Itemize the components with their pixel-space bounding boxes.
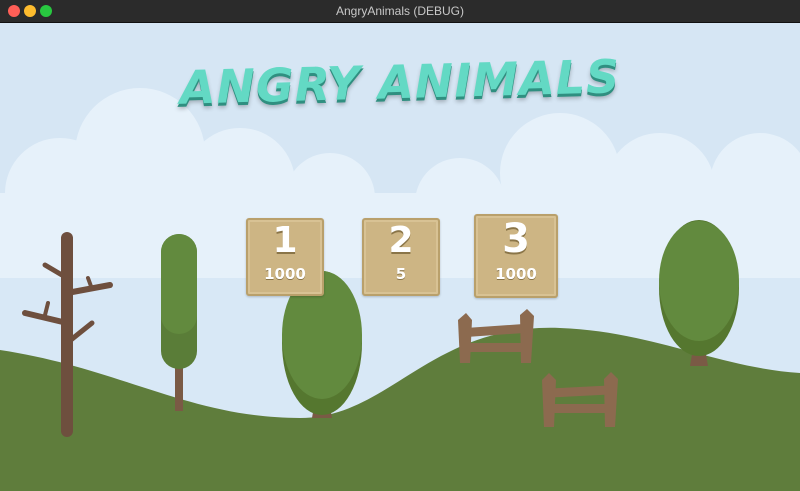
- app-window: AngryAnimals (DEBUG) ANGRY ANIMALS 1 100…: [0, 0, 800, 491]
- level-number: 2: [388, 220, 414, 261]
- game-scene: ANGRY ANIMALS 1 1000 2 5 3 1000: [0, 23, 800, 491]
- level-3-button[interactable]: 3 1000: [474, 214, 558, 298]
- level-score: 1000: [495, 265, 537, 283]
- title-bar[interactable]: AngryAnimals (DEBUG): [0, 0, 800, 23]
- level-1-button[interactable]: 1 1000: [246, 218, 324, 296]
- level-score: 1000: [264, 265, 306, 283]
- window-title: AngryAnimals (DEBUG): [335, 4, 465, 18]
- level-number: 3: [502, 216, 530, 262]
- level-number: 1: [272, 220, 298, 261]
- level-score: 5: [395, 265, 407, 283]
- level-2-button[interactable]: 2 5: [362, 218, 440, 296]
